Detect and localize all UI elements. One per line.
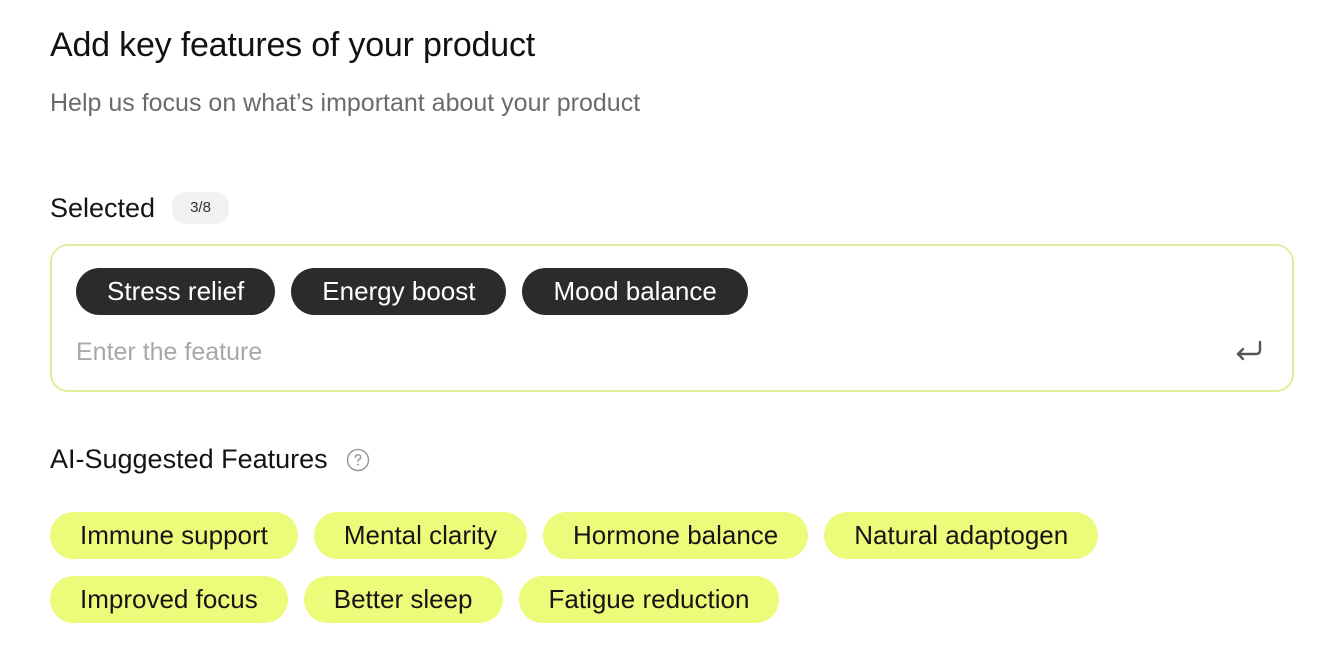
feature-input-box[interactable]: Stress relief Energy boost Mood balance [50, 244, 1294, 392]
suggested-label: AI-Suggested Features [50, 444, 328, 474]
suggested-chips: Immune support Mental clarity Hormone ba… [50, 512, 1294, 623]
suggested-chip-natural-adaptogen[interactable]: Natural adaptogen [824, 512, 1099, 559]
suggested-chip-immune-support[interactable]: Immune support [50, 512, 298, 559]
suggested-chip-better-sleep[interactable]: Better sleep [303, 576, 503, 623]
selected-chip-stress-relief[interactable]: Stress relief [76, 268, 276, 315]
feature-input[interactable] [76, 334, 1196, 370]
suggested-header: AI-Suggested Features [50, 444, 370, 475]
page-subtitle: Help us focus on what’s important about … [50, 89, 641, 117]
help-button[interactable] [346, 448, 370, 472]
question-circle-icon [346, 448, 369, 471]
selected-chip-energy-boost[interactable]: Energy boost [291, 268, 507, 315]
selected-label: Selected [50, 192, 156, 223]
selected-chips: Stress relief Energy boost Mood balance [76, 268, 748, 315]
enter-return-icon [1236, 340, 1262, 361]
selected-count-badge: 3/8 [172, 192, 229, 224]
selected-chip-mood-balance[interactable]: Mood balance [522, 268, 748, 315]
suggested-chip-mental-clarity[interactable]: Mental clarity [313, 512, 528, 559]
submit-feature-button[interactable] [1232, 336, 1266, 366]
suggested-chip-fatigue-reduction[interactable]: Fatigue reduction [518, 576, 780, 623]
page-title: Add key features of your product [50, 26, 535, 64]
suggested-chip-improved-focus[interactable]: Improved focus [50, 576, 288, 623]
selected-header: Selected 3/8 [50, 192, 229, 224]
suggested-chip-hormone-balance[interactable]: Hormone balance [543, 512, 809, 559]
